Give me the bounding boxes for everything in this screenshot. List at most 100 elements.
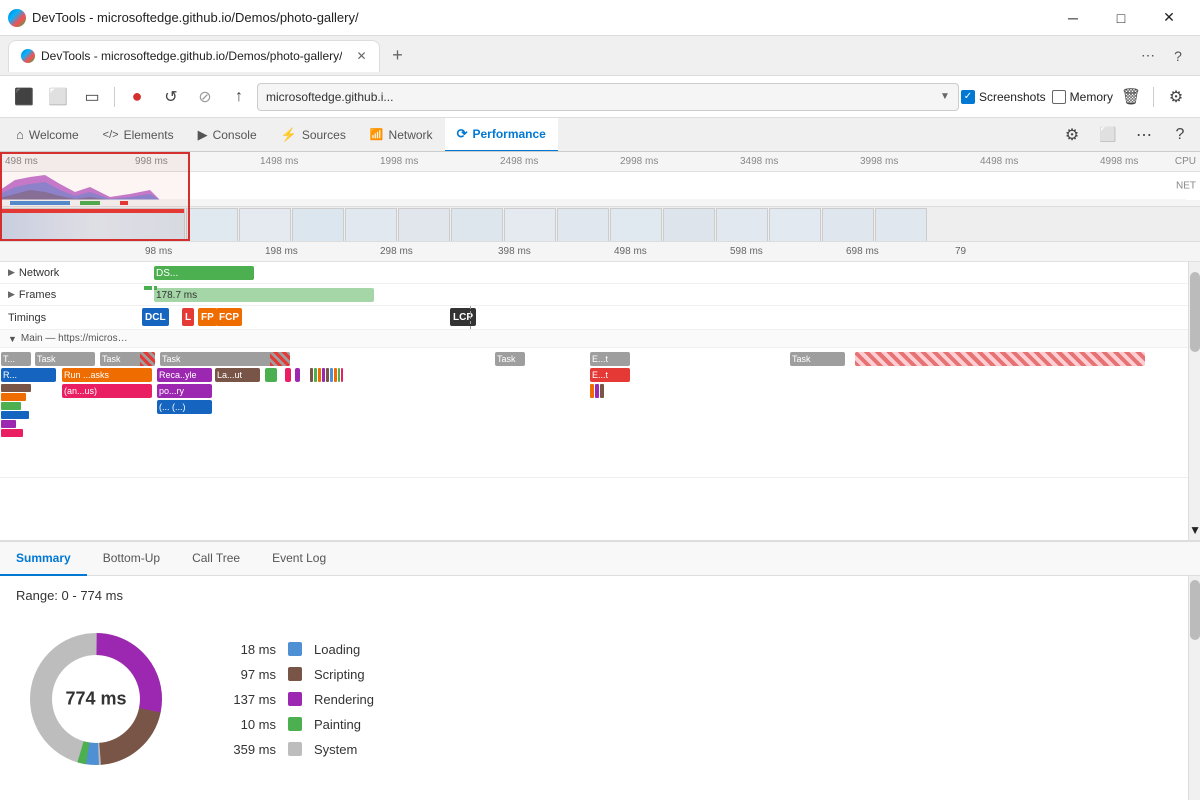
browser-tab[interactable]: DevTools - microsoftedge.github.io/Demos… (8, 40, 380, 72)
overview-ruler: 498 ms 998 ms 1498 ms 1998 ms 2498 ms 29… (0, 152, 1200, 172)
overview-cpu-label: CPU (1175, 156, 1196, 167)
tab-close-icon[interactable]: ✕ (356, 49, 366, 63)
settings-icon-button[interactable]: ⚙ (1160, 81, 1192, 113)
timings-row-label: Timings (0, 312, 140, 324)
address-dropdown-icon[interactable]: ▼ (940, 91, 950, 102)
loading-ms: 18 ms (216, 642, 276, 657)
main-thread-header: ▼ Main — https://microsoftedge... (0, 330, 1188, 348)
window-title: DevTools - microsoftedge.github.io/Demos… (32, 10, 359, 25)
bottom-scrollbar[interactable] (1188, 576, 1200, 800)
sub-animus: (an...us) (62, 384, 152, 398)
devtools-help-button[interactable]: ? (1164, 119, 1196, 151)
loading-label: Loading (314, 642, 360, 657)
tab-sources[interactable]: ⚡ Sources (269, 118, 358, 152)
timings-row: Timings DCL L FP FCP LCP (0, 306, 1188, 330)
frames-expand-arrow[interactable]: ▶ (8, 289, 15, 300)
timeline-scrollbar[interactable]: ▼ (1188, 262, 1200, 540)
tab-call-tree[interactable]: Call Tree (176, 542, 256, 576)
ruler-598ms: 598 ms (730, 246, 763, 257)
ruler-98ms: 98 ms (145, 246, 172, 257)
new-tab-button[interactable]: + (384, 42, 412, 70)
screenshot-thumb-3 (239, 208, 291, 242)
tab-elements-label: Elements (124, 128, 174, 142)
tab-performance[interactable]: ⟳ Performance (445, 118, 558, 152)
timing-fcp: FCP (216, 308, 242, 326)
ruler-398ms: 398 ms (498, 246, 531, 257)
network-expand-arrow[interactable]: ▶ (8, 267, 15, 278)
scrollbar-thumb[interactable] (1190, 272, 1200, 352)
tab-elements[interactable]: </> Elements (91, 118, 186, 152)
title-bar-right: ─ □ ✕ (1050, 0, 1192, 36)
task-far[interactable]: Task (790, 352, 845, 366)
overview-tick-9: 4998 ms (1100, 156, 1138, 167)
tab-console-label: Console (213, 128, 257, 142)
task-4[interactable]: Task (495, 352, 525, 366)
close-button[interactable]: ✕ (1146, 0, 1192, 36)
trash-button[interactable]: 🗑 (1115, 81, 1147, 113)
summary-body: 774 ms 18 ms Loading 97 ms (16, 619, 1172, 779)
system-color (288, 742, 302, 756)
devtools-gear-button[interactable]: ⚙ (1056, 119, 1088, 151)
record-button[interactable]: ● (121, 81, 153, 113)
donut-chart: 774 ms (16, 619, 176, 779)
overview-cpu-area: NET (0, 172, 1200, 200)
performance-icon: ⟳ (457, 126, 468, 142)
legend-rendering: 137 ms Rendering (216, 692, 374, 707)
main-ruler: 98 ms 198 ms 298 ms 398 ms 498 ms 598 ms… (0, 242, 1200, 262)
address-text: microsoftedge.github.i... (266, 90, 934, 104)
tab-welcome[interactable]: ⌂ Welcome (4, 118, 91, 152)
sub-paren: (... (...) (157, 400, 212, 414)
task-2[interactable]: Task (100, 352, 155, 366)
devtools-panel: ⌂ Welcome </> Elements ▶ Console ⚡ Sourc… (0, 118, 1200, 800)
memory-checkbox[interactable]: Memory (1052, 90, 1113, 104)
tab-console[interactable]: ▶ Console (186, 118, 269, 152)
task-long-hatched[interactable] (855, 352, 1145, 366)
devtools-more-button[interactable]: ⋯ (1128, 119, 1160, 151)
minimize-button[interactable]: ─ (1050, 0, 1096, 36)
screenshot-thumb-6 (398, 208, 450, 242)
rendering-ms: 137 ms (216, 692, 276, 707)
stop-button[interactable]: ⊘ (189, 81, 221, 113)
devtools-toggle-button[interactable]: ⬛ (8, 81, 40, 113)
main-thread-expand-arrow[interactable]: ▼ (8, 334, 17, 344)
network-row: ▶ Network DS... (0, 262, 1188, 284)
task-1[interactable]: Task (35, 352, 95, 366)
frames-row: ▶ Frames 178.7 ms (0, 284, 1188, 306)
task-3[interactable]: Task (160, 352, 290, 366)
overview-tick-1: 998 ms (135, 156, 168, 167)
reload-record-button[interactable]: ↺ (155, 81, 187, 113)
screenshots-check-icon: ✓ (961, 90, 975, 104)
tab-sources-label: Sources (302, 128, 346, 142)
upload-button[interactable]: ↑ (223, 81, 255, 113)
task-et[interactable]: E...t (590, 352, 630, 366)
bottom-content-area: Range: 0 - 774 ms (0, 576, 1200, 800)
ruler-198ms: 198 ms (265, 246, 298, 257)
network-icon: 📶 (370, 128, 384, 141)
legend-loading: 18 ms Loading (216, 642, 374, 657)
tab-settings-button[interactable]: ⋯ (1134, 42, 1162, 70)
tab-bottom-up[interactable]: Bottom-Up (87, 542, 176, 576)
overview-tick-4: 2498 ms (500, 156, 538, 167)
screenshot-thumb-11 (663, 208, 715, 242)
net-bar-2 (80, 201, 100, 205)
painting-ms: 10 ms (216, 717, 276, 732)
bottom-scrollbar-thumb[interactable] (1190, 580, 1200, 640)
donut-label: 774 ms (65, 689, 126, 710)
tab-performance-label: Performance (472, 127, 545, 141)
scrollbar-down-arrow[interactable]: ▼ (1190, 520, 1200, 540)
tab-network[interactable]: 📶 Network (358, 118, 445, 152)
sub-small-bars (310, 368, 343, 382)
timeline-overview[interactable]: 498 ms 998 ms 1498 ms 1998 ms 2498 ms 29… (0, 152, 1200, 242)
tab-event-log[interactable]: Event Log (256, 542, 342, 576)
device-toggle-button[interactable]: ⬜ (42, 81, 74, 113)
devtools-dock-button[interactable]: ⬜ (1092, 119, 1124, 151)
task-t[interactable]: T... (1, 352, 31, 366)
tab-help-button[interactable]: ? (1164, 42, 1192, 70)
browser-tab-bar: DevTools - microsoftedge.github.io/Demos… (0, 36, 1200, 76)
tab-summary[interactable]: Summary (0, 542, 87, 576)
panel-toggle-button[interactable]: ▭ (76, 81, 108, 113)
timing-dcl: DCL (142, 308, 169, 326)
maximize-button[interactable]: □ (1098, 0, 1144, 36)
screenshots-checkbox[interactable]: ✓ Screenshots (961, 90, 1046, 104)
tab-welcome-label: Welcome (29, 128, 79, 142)
